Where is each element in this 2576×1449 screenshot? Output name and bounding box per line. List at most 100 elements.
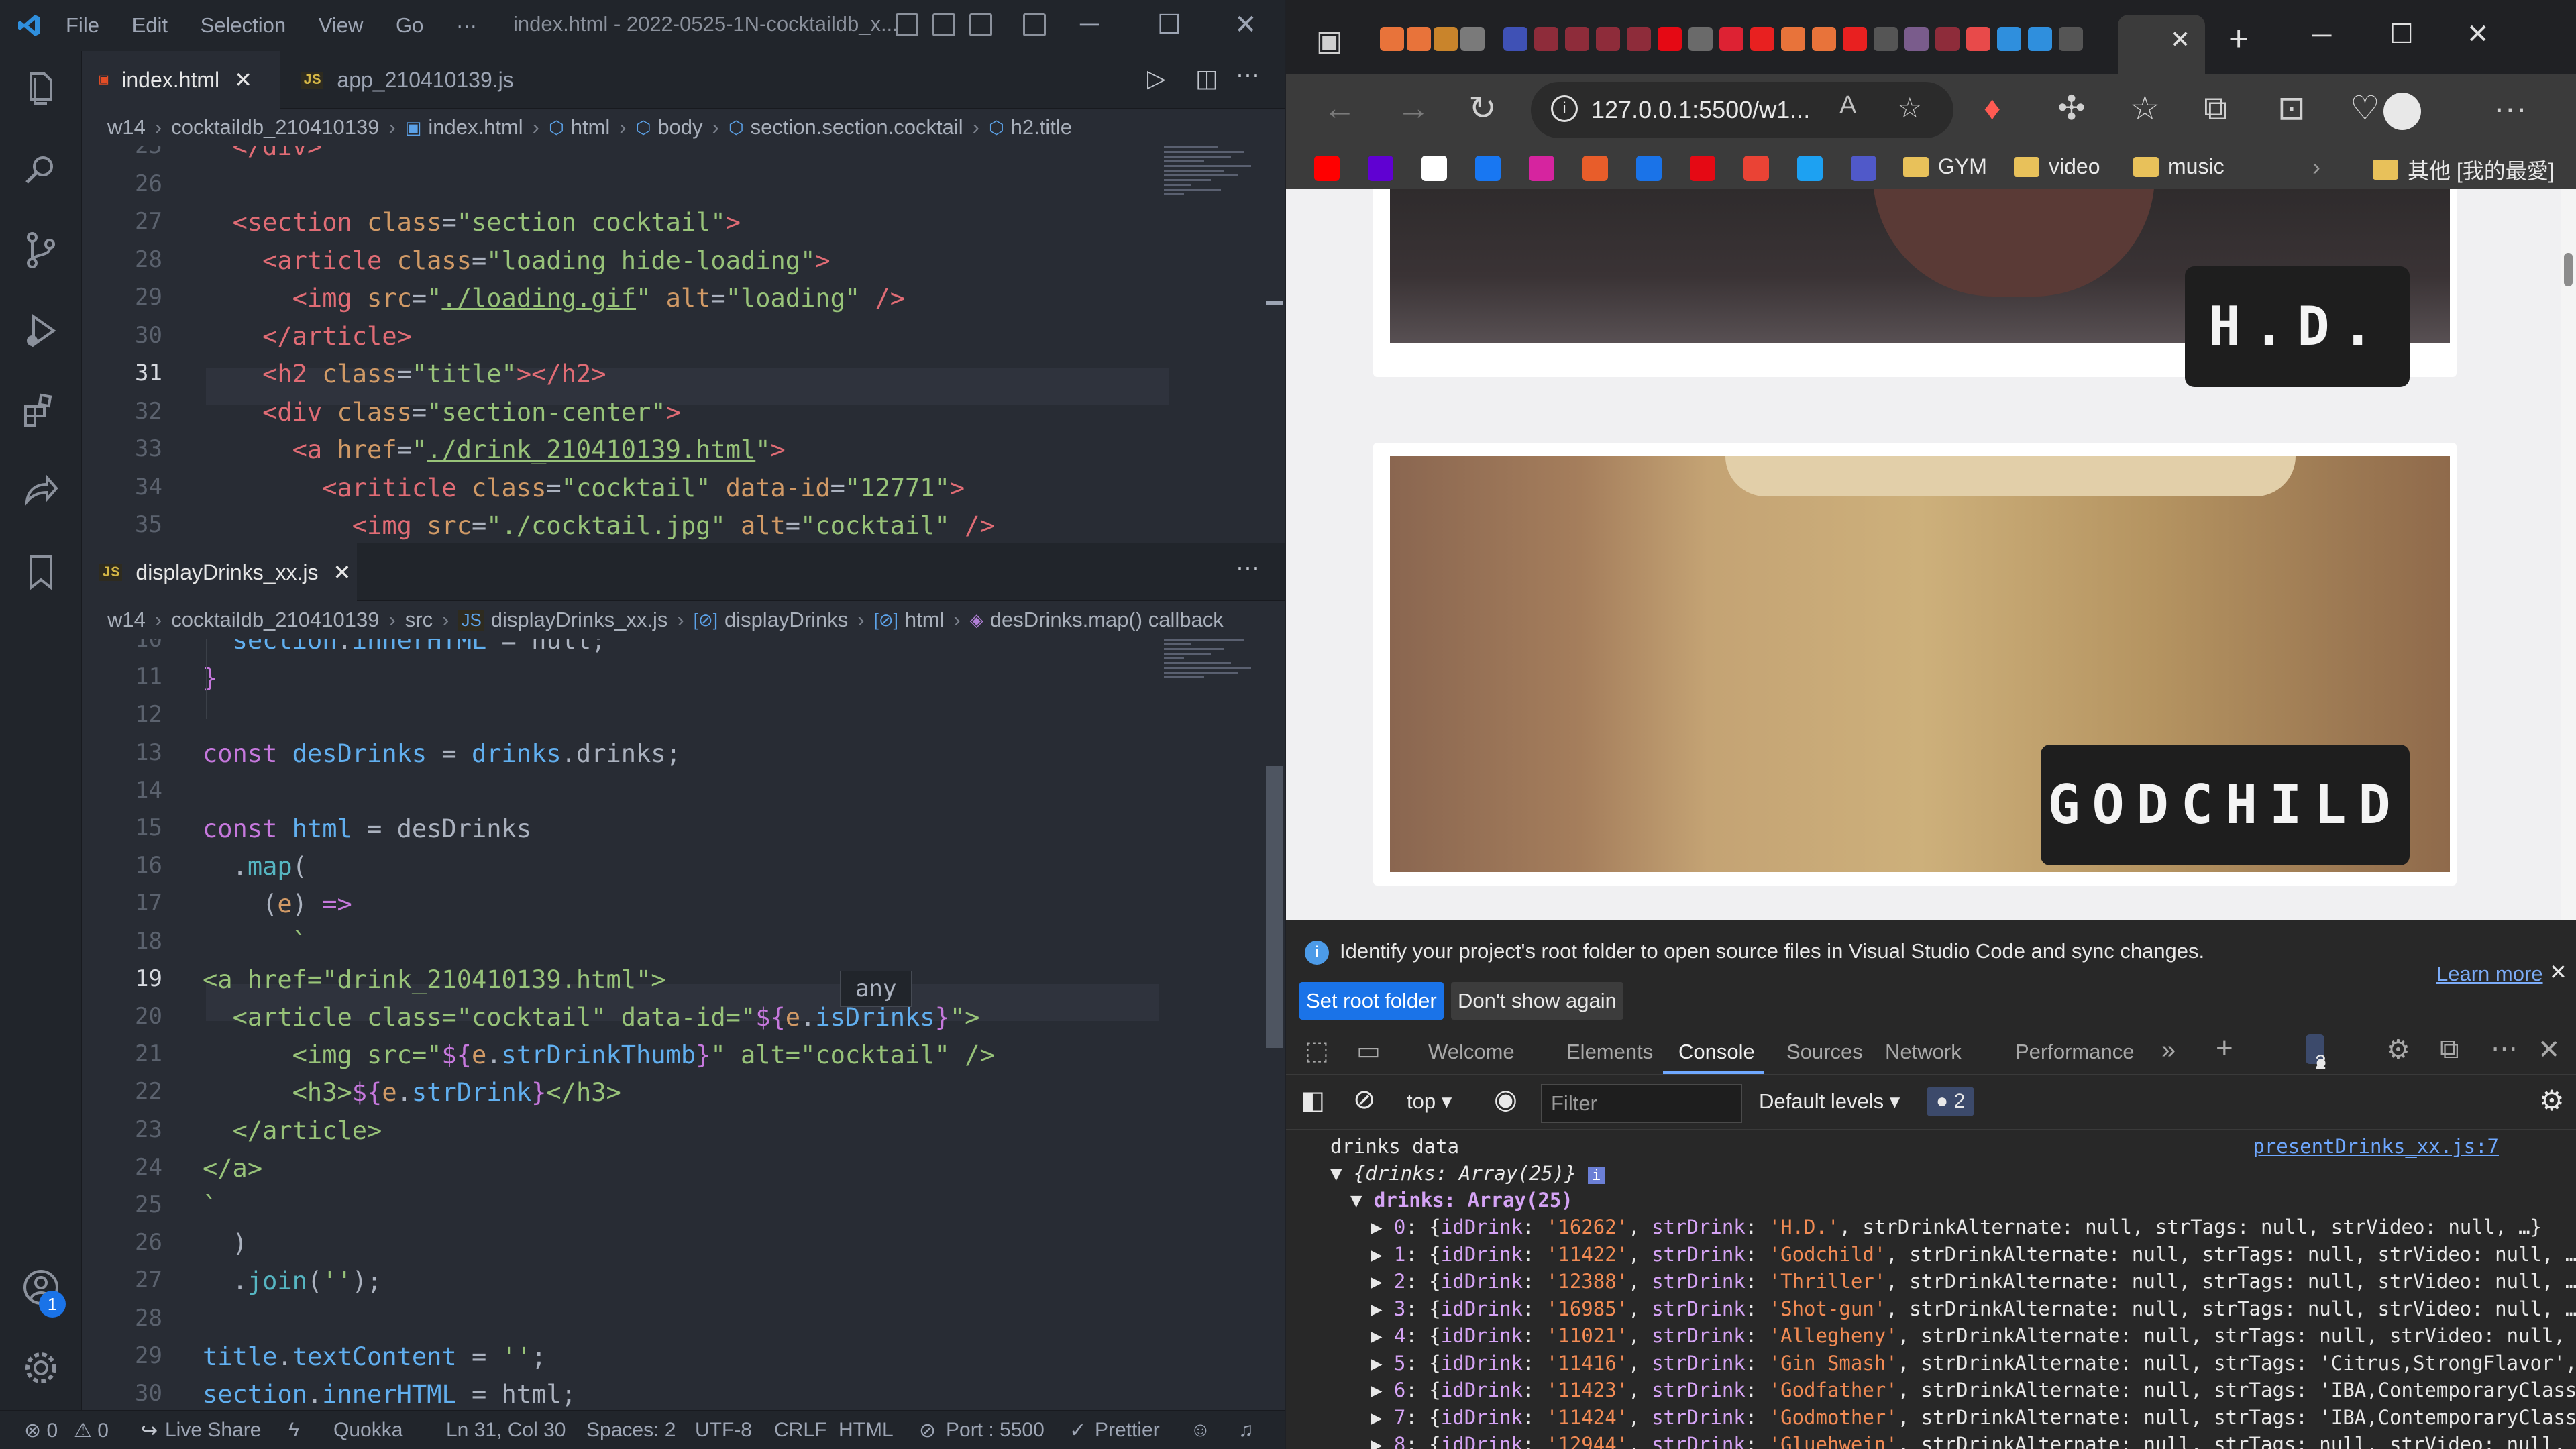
status-eol[interactable]: CRLF: [774, 1419, 826, 1442]
code-line[interactable]: <a href="./drink_210410139.html">: [203, 431, 786, 468]
code-line[interactable]: </a>: [203, 1150, 262, 1187]
code-line[interactable]: <article class="loading hide-loading">: [203, 242, 830, 279]
console-source-link[interactable]: presentDrinks_xx.js:7: [2253, 1135, 2499, 1158]
browser-tab-favicon[interactable]: [1966, 27, 1990, 51]
tab-welcome[interactable]: Welcome: [1428, 1040, 1515, 1064]
console-settings-icon[interactable]: ⚙: [2539, 1084, 2565, 1117]
code-line[interactable]: <a href="drink_210410139.html">: [203, 961, 666, 998]
browser-essentials-icon[interactable]: ♡: [2350, 89, 2380, 127]
status-quokka[interactable]: Quokka: [333, 1419, 402, 1442]
browser-tab-favicon[interactable]: [1434, 27, 1458, 51]
console-array-item[interactable]: ▶ 3: {idDrink: '16985', strDrink: 'Shot-…: [1371, 1297, 2576, 1320]
inspect-element-icon[interactable]: ⬚: [1305, 1036, 1329, 1066]
code-line[interactable]: <h2 class="title"></h2>: [203, 356, 606, 392]
minimize-icon[interactable]: ─: [1080, 9, 1099, 40]
code-line[interactable]: const desDrinks = drinks.drinks;: [203, 735, 681, 772]
bookmark-favicon[interactable]: [1851, 156, 1876, 181]
live-expression-eye-icon[interactable]: ◉: [1494, 1084, 1517, 1115]
browser-tab-favicon[interactable]: [1503, 27, 1527, 51]
more-tabs-icon[interactable]: »: [2161, 1036, 2176, 1065]
status-indentation[interactable]: Spaces: 2: [586, 1419, 676, 1442]
explorer-icon[interactable]: [19, 67, 63, 111]
tab-elements[interactable]: Elements: [1566, 1040, 1653, 1064]
code-line[interactable]: title.textContent = '';: [203, 1338, 546, 1375]
minimap[interactable]: [1164, 146, 1265, 198]
menu-go[interactable]: Go: [396, 13, 423, 37]
forward-icon[interactable]: →: [1397, 89, 1430, 127]
console-array-item[interactable]: ▶ 5: {idDrink: '11416', strDrink: 'Gin S…: [1371, 1352, 2576, 1375]
breadcrumb-item[interactable]: body: [657, 115, 702, 140]
status-prettier[interactable]: Prettier: [1095, 1419, 1160, 1442]
set-root-folder-button[interactable]: Set root folder: [1299, 982, 1444, 1020]
browser-tab-favicon[interactable]: [1997, 27, 2021, 51]
browser-tab-favicon[interactable]: [1874, 27, 1898, 51]
code-line[interactable]: `: [203, 924, 307, 961]
cocktail-card[interactable]: H.D.: [1373, 189, 2457, 387]
close-window-icon[interactable]: ✕: [2467, 19, 2489, 50]
code-line[interactable]: <div class="section-center">: [203, 394, 681, 431]
browser-tab-favicon[interactable]: [1627, 27, 1651, 51]
more-actions-icon[interactable]: ···: [1236, 60, 1260, 89]
code-line[interactable]: </article>: [203, 318, 412, 355]
browser-tab-favicon[interactable]: [1843, 27, 1867, 51]
chevron-right-icon[interactable]: ›: [2312, 153, 2320, 181]
console-array-item[interactable]: ▶ 8: {idDrink: '12944', strDrink: 'Glueh…: [1371, 1433, 2565, 1449]
console-array-item[interactable]: ▶ 4: {idDrink: '11021', strDrink: 'Alleg…: [1371, 1324, 2565, 1347]
status-errors[interactable]: ⊗ 0: [24, 1419, 58, 1442]
status-cursor-position[interactable]: Ln 31, Col 30: [446, 1419, 566, 1442]
sidebar-toggle-icon[interactable]: ◧: [1301, 1085, 1325, 1116]
context-selector[interactable]: top ▾: [1407, 1089, 1452, 1114]
toggle-panel-icon[interactable]: [932, 13, 955, 36]
other-favorites[interactable]: 其他 [我的最愛]: [2373, 154, 2555, 185]
code-line[interactable]: <img src="./loading.gif" alt="loading" /…: [203, 280, 905, 317]
tab-app-js[interactable]: JS app_210410139.js: [283, 51, 572, 109]
status-live-share[interactable]: Live Share: [165, 1419, 261, 1442]
tab-actions-icon[interactable]: ▣: [1316, 24, 1343, 57]
breadcrumb-item[interactable]: w14: [107, 608, 146, 632]
menu-file[interactable]: File: [66, 13, 99, 37]
minimize-icon[interactable]: ─: [2312, 20, 2331, 50]
code-line[interactable]: `: [203, 1187, 217, 1224]
bookmark-favicon[interactable]: [1368, 156, 1393, 181]
live-share-icon[interactable]: [19, 470, 63, 514]
minimap[interactable]: [1164, 639, 1265, 681]
editor-scrollbar[interactable]: [1266, 766, 1283, 1048]
close-tab-icon[interactable]: ✕: [2170, 25, 2190, 54]
breadcrumb-item[interactable]: cocktaildb_210410139: [171, 115, 379, 140]
code-line[interactable]: <section class="section cocktail">: [203, 204, 741, 241]
bookmark-favicon[interactable]: [1314, 156, 1340, 181]
address-bar[interactable]: i 127.0.0.1:5500/w1... A ☆: [1531, 82, 1953, 138]
close-tab-icon[interactable]: ✕: [234, 67, 252, 93]
code-line[interactable]: <ariticle class="cocktail" data-id="1277…: [203, 470, 965, 506]
collections-icon[interactable]: ⧉: [2204, 89, 2228, 128]
customize-icon[interactable]: ⧉: [2440, 1034, 2459, 1065]
console-array-item[interactable]: ▶ 1: {idDrink: '11422', strDrink: 'Godch…: [1371, 1243, 2576, 1266]
browser-tab-favicon[interactable]: [1935, 27, 1960, 51]
console-array-item[interactable]: ▶ 7: {idDrink: '11424', strDrink: 'Godmo…: [1371, 1406, 2576, 1429]
device-toolbar-icon[interactable]: ▭: [1356, 1036, 1381, 1066]
tab-network[interactable]: Network: [1885, 1040, 1962, 1064]
browser-tab-favicon[interactable]: [2028, 27, 2052, 51]
refresh-icon[interactable]: ↻: [1468, 89, 1497, 127]
breadcrumb-item[interactable]: desDrinks.map() callback: [990, 608, 1224, 632]
downloads-icon[interactable]: ⊡: [2277, 89, 2306, 127]
run-icon[interactable]: ▷: [1147, 64, 1166, 93]
menu-more[interactable]: ···: [456, 13, 477, 37]
bookmark-folder-music[interactable]: music: [2133, 154, 2224, 179]
console-output[interactable]: drinks data presentDrinks_xx.js:7 ▼ {dri…: [1286, 1130, 2576, 1449]
browser-tab-favicon[interactable]: [1565, 27, 1589, 51]
code-line[interactable]: const html = desDrinks: [203, 810, 531, 847]
code-line[interactable]: .join('');: [203, 1263, 382, 1299]
extension-icon[interactable]: ♦: [1984, 89, 2001, 127]
split-editor-icon[interactable]: ◫: [1195, 64, 1218, 93]
browser-tab-favicon[interactable]: [1460, 27, 1485, 51]
editor-bottom[interactable]: 10 11 12 13 14 15 16 17 18 19 20 21 22 23 24 25 26 27 28 29…: [82, 639, 1285, 1410]
favorites-icon[interactable]: ☆: [2130, 89, 2160, 127]
settings-more-icon[interactable]: ···: [2493, 89, 2527, 127]
tab-console[interactable]: Console: [1678, 1040, 1755, 1064]
code-line[interactable]: </div>: [203, 146, 323, 165]
bookmark-folder-gym[interactable]: GYM: [1903, 154, 1987, 179]
browser-tab-favicon[interactable]: [1596, 27, 1620, 51]
more-options-icon[interactable]: ⋯: [2491, 1033, 2518, 1064]
close-devtools-icon[interactable]: ✕: [2538, 1034, 2561, 1065]
